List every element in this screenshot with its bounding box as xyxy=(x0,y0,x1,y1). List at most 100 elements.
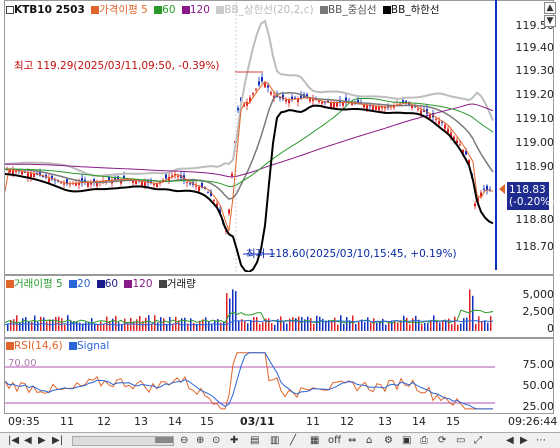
candle xyxy=(312,94,314,106)
volume-bar xyxy=(388,322,390,331)
next-page-icon[interactable]: ▶ xyxy=(38,434,46,447)
volume-bar xyxy=(148,315,150,331)
rsi-chart[interactable] xyxy=(5,339,495,413)
volume-bar xyxy=(13,319,15,331)
volume-bar xyxy=(247,323,249,331)
volume-bar xyxy=(286,323,288,331)
volume-bar xyxy=(235,291,237,331)
volume-bar xyxy=(268,318,270,331)
candle xyxy=(288,97,290,108)
volume-bar xyxy=(403,315,405,331)
scroll-right-icon[interactable]: ▶ xyxy=(520,434,528,447)
lock-icon[interactable]: ⌂ xyxy=(366,434,372,447)
volume-bar xyxy=(94,324,96,331)
candle xyxy=(84,176,86,185)
volume-bar xyxy=(421,323,423,331)
volume-bar xyxy=(397,322,399,331)
candle xyxy=(231,171,233,179)
scale-down-icon[interactable]: ▼ xyxy=(544,15,556,27)
candle xyxy=(96,179,98,189)
volume-bar xyxy=(253,316,255,331)
print-icon[interactable]: ⎙ xyxy=(420,434,428,447)
candle xyxy=(384,104,386,113)
settings-icon[interactable]: ⚙ xyxy=(384,434,393,447)
first-page-icon[interactable]: |◀ xyxy=(8,434,19,447)
volume-bar xyxy=(292,317,294,331)
volume-bar xyxy=(226,293,228,331)
candle xyxy=(90,179,92,188)
volume-bar xyxy=(76,321,78,331)
scroll-left-icon[interactable]: ◀ xyxy=(506,434,514,447)
save-icon[interactable]: ▣ xyxy=(402,434,411,447)
price-chart[interactable] xyxy=(5,2,495,272)
volume-bar xyxy=(373,318,375,331)
volume-bar xyxy=(121,324,123,331)
volume-bar xyxy=(451,324,453,331)
volume-bar xyxy=(67,315,69,331)
volume-bar xyxy=(100,321,102,331)
zoom-in-icon[interactable]: ⊕ xyxy=(196,434,204,447)
volume-bar xyxy=(124,318,126,331)
volume-bar xyxy=(37,321,39,331)
volume-bar xyxy=(31,321,33,331)
candle xyxy=(474,200,476,210)
scroll-thumb[interactable] xyxy=(155,437,173,443)
off-button[interactable]: off xyxy=(328,434,341,447)
scale-up-icon[interactable]: ▲ xyxy=(544,2,556,14)
line-tool-icon[interactable]: ╱ xyxy=(290,434,296,447)
expand-icon[interactable]: ⤢ xyxy=(474,434,482,447)
candle xyxy=(54,177,56,185)
volume-bar xyxy=(391,320,393,331)
bottom-toolbar: |◀ ◀ ▶ ▶| ⊖ ⊕ ⊙ ✚ ▤ ▥ ╱ ▦ off ⇔ ⌂ ⚙ ▣ ⎙ … xyxy=(0,432,560,448)
volume-bar xyxy=(469,289,471,331)
volume-bar xyxy=(313,324,315,331)
price-marker-icon xyxy=(499,184,505,194)
candle xyxy=(186,181,188,188)
volume-bar xyxy=(343,323,345,331)
volume-bar xyxy=(64,324,66,331)
layout-icon[interactable]: ▭ xyxy=(456,434,465,447)
volume-bar xyxy=(454,316,456,331)
volume-bar xyxy=(274,324,276,331)
volume-bar xyxy=(358,322,360,331)
indicator-icon[interactable]: ▥ xyxy=(270,434,279,447)
volume-bar xyxy=(7,323,9,331)
volume-bar xyxy=(427,323,429,331)
low-annotation: 최저 118.60(2025/03/10,15:45, +0.19%) xyxy=(246,248,457,260)
volume-bar xyxy=(118,322,120,331)
volume-bar xyxy=(433,315,435,331)
volume-bar xyxy=(205,317,207,331)
chart-type-icon[interactable]: ▤ xyxy=(250,434,259,447)
grid-icon[interactable]: ▦ xyxy=(310,434,319,447)
volume-bar xyxy=(463,318,465,331)
volume-bar xyxy=(211,323,213,331)
candle xyxy=(258,76,260,88)
volume-bar xyxy=(319,316,321,331)
volume-bar xyxy=(457,324,459,331)
volume-bar xyxy=(115,315,117,331)
reset-zoom-icon[interactable]: ⊙ xyxy=(212,434,220,447)
volume-bar xyxy=(160,317,162,331)
volume-bar xyxy=(262,322,264,331)
volume-bar xyxy=(214,321,216,331)
volume-bar xyxy=(424,322,426,331)
options-icon[interactable]: ⋯ xyxy=(536,434,546,447)
volume-chart[interactable] xyxy=(5,283,495,335)
refresh-icon[interactable]: ⟳ xyxy=(438,434,446,447)
candle xyxy=(246,98,248,110)
candle xyxy=(411,105,413,111)
scroll-track[interactable] xyxy=(72,436,174,446)
candle xyxy=(69,181,71,188)
prev-page-icon[interactable]: ◀ xyxy=(24,434,32,447)
candle xyxy=(345,93,347,107)
measure-icon[interactable]: ⇔ xyxy=(348,434,356,447)
candle xyxy=(195,181,197,190)
volume-bar xyxy=(139,315,141,331)
volume-bar xyxy=(46,321,48,331)
volume-bar xyxy=(382,318,384,331)
candle xyxy=(228,208,230,216)
last-page-icon[interactable]: ▶| xyxy=(52,434,63,447)
volume-bar xyxy=(151,324,153,331)
zoom-out-icon[interactable]: ⊖ xyxy=(180,434,188,447)
crosshair-icon[interactable]: ✚ xyxy=(230,434,238,447)
